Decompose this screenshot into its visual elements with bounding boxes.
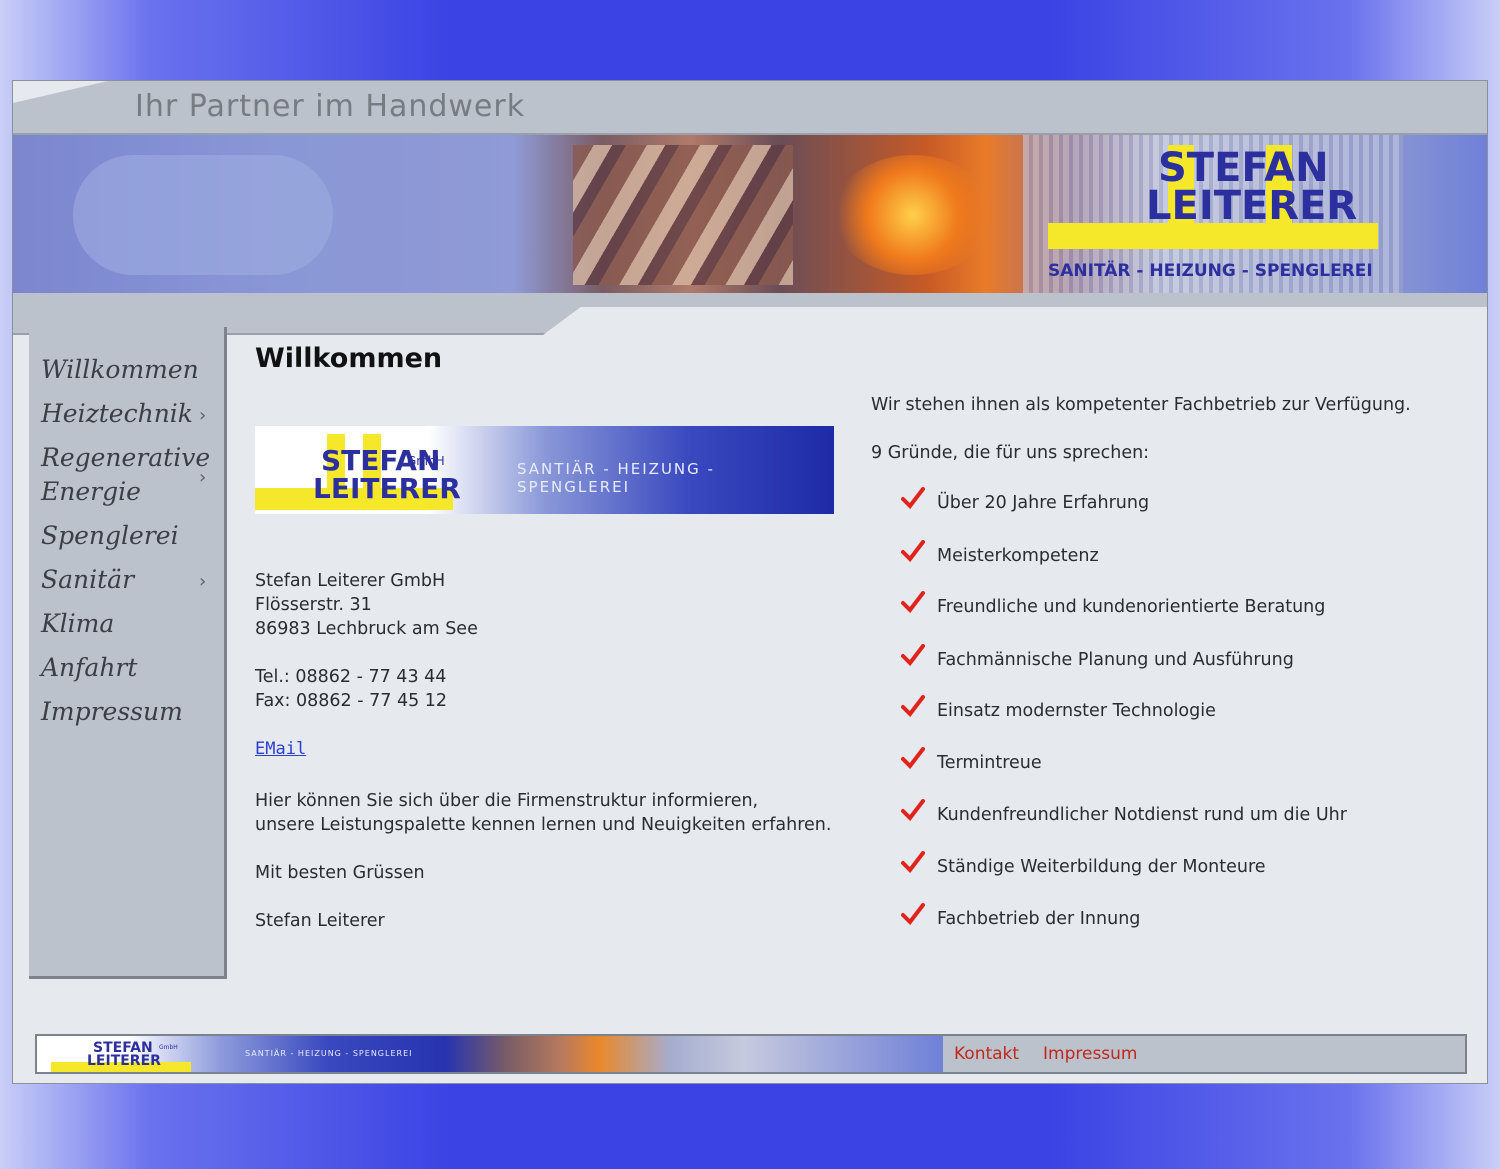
reason-text: Kundenfreundlicher Notdienst rund um die…	[937, 805, 1347, 825]
checkmark-icon	[901, 644, 925, 666]
nav-item-anfahrt[interactable]: Anfahrt	[41, 651, 137, 685]
footer-bar: STEFAN LEITERER GmbH SANTIÄR - HEIZUNG -…	[35, 1034, 1467, 1074]
header-banner: STEFAN LEITERER SANITÄR - HEIZUNG - SPEN…	[13, 135, 1487, 293]
sidebar-nav: Willkommen Heiztechnik › Regenerative En…	[29, 327, 227, 979]
footer-banner-image: STEFAN LEITERER GmbH SANTIÄR - HEIZUNG -…	[37, 1036, 943, 1072]
footer-link-kontakt[interactable]: Kontakt	[954, 1044, 1019, 1064]
company-logo-strip: STEFAN LEITERER GmbH SANTIÄR - HEIZUNG -…	[255, 426, 834, 514]
nav-item-spenglerei[interactable]: Spenglerei	[41, 519, 179, 553]
fax-number: Fax: 08862 - 77 45 12	[255, 691, 448, 711]
page-title: Willkommen	[255, 343, 443, 374]
nav-item-willkommen[interactable]: Willkommen	[41, 353, 199, 387]
signature: Stefan Leiterer	[255, 911, 385, 931]
paragraph-line: Hier können Sie sich über die Firmenstru…	[255, 791, 759, 811]
paragraph-line: unsere Leistungspalette kennen lernen un…	[255, 815, 832, 835]
nav-item-impressum[interactable]: Impressum	[41, 695, 183, 729]
reason-text: Über 20 Jahre Erfahrung	[937, 493, 1150, 513]
reason-text: Termintreue	[937, 753, 1042, 773]
checkmark-icon	[901, 747, 925, 769]
contact-block: Tel.: 08862 - 77 43 44 Fax: 08862 - 77 4…	[255, 665, 447, 713]
chevron-right-icon: ›	[199, 405, 207, 426]
nav-item-klima[interactable]: Klima	[41, 607, 114, 641]
reason-text: Fachmännische Planung und Ausführung	[937, 650, 1294, 670]
banner-wood-pellets-image	[573, 145, 793, 285]
checkmark-icon	[901, 540, 925, 562]
email-link[interactable]: EMail	[255, 739, 306, 759]
footer-logo-bottom: LEITERER	[87, 1053, 161, 1069]
reason-text: Einsatz modernster Technologie	[937, 701, 1216, 721]
logo-strip-word-bottom: LEITERER	[313, 472, 461, 505]
address-city: 86983 Lechbruck am See	[255, 619, 478, 639]
company-logo: STEFAN LEITERER SANITÄR - HEIZUNG - SPEN…	[1048, 145, 1388, 290]
footer-link-impressum[interactable]: Impressum	[1043, 1044, 1138, 1064]
logo-word-bottom: LEITERER	[1146, 183, 1358, 229]
reason-text: Fachbetrieb der Innung	[937, 909, 1141, 929]
tagline-bar-notch	[13, 81, 108, 103]
nav-item-heiztechnik[interactable]: Heiztechnik	[41, 397, 193, 431]
checkmark-icon	[901, 851, 925, 873]
reasons-title: 9 Gründe, die für uns sprechen:	[871, 443, 1150, 463]
address-street: Flösserstr. 31	[255, 595, 372, 615]
checkmark-icon	[901, 903, 925, 925]
intro-text: Wir stehen ihnen als kompetenter Fachbet…	[871, 395, 1411, 415]
footer-services: SANTIÄR - HEIZUNG - SPENGLEREI	[245, 1049, 413, 1058]
chevron-right-icon: ›	[199, 467, 207, 488]
reason-text: Ständige Weiterbildung der Monteure	[937, 857, 1266, 877]
checkmark-icon	[901, 695, 925, 717]
footer-logo-gmbh: GmbH	[159, 1044, 178, 1051]
address-company: Stefan Leiterer GmbH	[255, 571, 446, 591]
reason-text: Freundliche und kundenorientierte Beratu…	[937, 597, 1326, 617]
logo-services: SANITÄR - HEIZUNG - SPENGLEREI	[1048, 261, 1373, 281]
greeting: Mit besten Grüssen	[255, 863, 425, 883]
content-top-edge	[543, 307, 1487, 335]
nav-item-regenerative-energie[interactable]: Regenerative Energie	[41, 441, 210, 509]
site-tagline: Ihr Partner im Handwerk	[135, 89, 526, 124]
banner-handshake-image	[73, 155, 333, 275]
logo-strip-services: SANTIÄR - HEIZUNG - SPENGLEREI	[517, 460, 715, 496]
address-block: Stefan Leiterer GmbH Flösserstr. 31 8698…	[255, 569, 478, 641]
intro-paragraph: Hier können Sie sich über die Firmenstru…	[255, 789, 831, 837]
phone-number: Tel.: 08862 - 77 43 44	[255, 667, 447, 687]
logo-strip-gmbh: GmbH	[407, 454, 445, 468]
banner-bottom-bar	[13, 293, 1487, 335]
chevron-right-icon: ›	[199, 571, 207, 592]
reason-text: Meisterkompetenz	[937, 546, 1099, 566]
page-frame: Ihr Partner im Handwerk STEFAN LEITERER …	[12, 80, 1488, 1084]
checkmark-icon	[901, 591, 925, 613]
tagline-bar: Ihr Partner im Handwerk	[13, 81, 1487, 135]
checkmark-icon	[901, 487, 925, 509]
banner-fire-image	[833, 155, 993, 275]
checkmark-icon	[901, 799, 925, 821]
nav-item-sanitaer[interactable]: Sanitär	[41, 563, 134, 597]
